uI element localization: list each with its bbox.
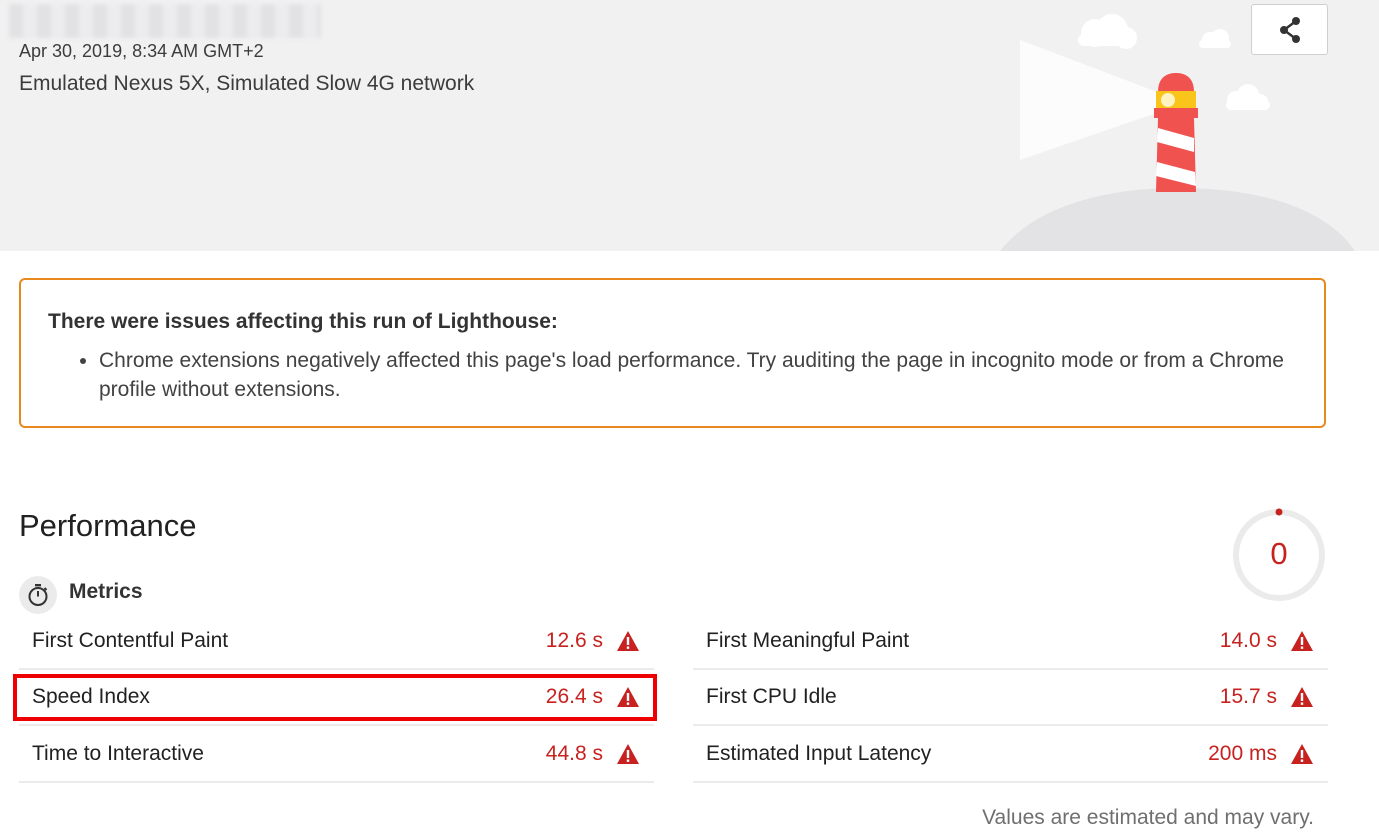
metric-first-meaningful-paint: First Meaningful Paint 14.0 s [693,614,1328,670]
run-warning-item: Chrome extensions negatively affected th… [80,346,1309,404]
warning-triangle-icon [1291,744,1313,764]
metric-first-contentful-paint: First Contentful Paint 12.6 s [19,614,654,670]
metric-first-cpu-idle: First CPU Idle 15.7 s [693,670,1328,726]
run-warnings-box: There were issues affecting this run of … [19,278,1326,428]
metrics-footnote: Values are estimated and may vary. [982,806,1314,829]
metric-estimated-input-latency: Estimated Input Latency 200 ms [693,727,1328,783]
metric-label: First CPU Idle [706,685,837,708]
metric-label: First Meaningful Paint [706,629,910,652]
run-warnings-list: Chrome extensions negatively affected th… [80,346,1309,404]
performance-score-value: 0 [1270,536,1288,571]
metric-label: First Contentful Paint [32,629,229,652]
metrics-header: Metrics [69,580,143,603]
metric-label: Time to Interactive [32,742,204,765]
metric-speed-index: Speed Index 26.4 s [19,670,654,726]
warning-triangle-icon [617,687,639,707]
stopwatch-icon [19,576,57,614]
metric-value: 12.6 s [545,629,603,652]
share-icon [1279,16,1300,43]
metric-value: 26.4 s [545,685,603,708]
metric-value: 14.0 s [1219,629,1277,652]
report-header: Apr 30, 2019, 8:34 AM GMT+2 Emulated Nex… [0,0,1379,251]
warning-triangle-icon [1291,687,1313,707]
category-title: Performance [19,508,197,543]
metric-value: 200 ms [1208,742,1277,765]
warning-triangle-icon [617,744,639,764]
metric-value: 44.8 s [545,742,603,765]
blurred-url [9,4,321,38]
run-warnings-title: There were issues affecting this run of … [48,310,558,333]
warning-triangle-icon [1291,631,1313,651]
environment-description: Emulated Nexus 5X, Simulated Slow 4G net… [19,72,475,95]
warning-triangle-icon [617,631,639,651]
fetch-time: Apr 30, 2019, 8:34 AM GMT+2 [19,41,264,61]
metric-time-to-interactive: Time to Interactive 44.8 s [19,727,654,783]
metric-label: Estimated Input Latency [706,742,932,765]
metric-label: Speed Index [32,685,150,708]
metric-value: 15.7 s [1219,685,1277,708]
share-button[interactable] [1251,4,1328,55]
